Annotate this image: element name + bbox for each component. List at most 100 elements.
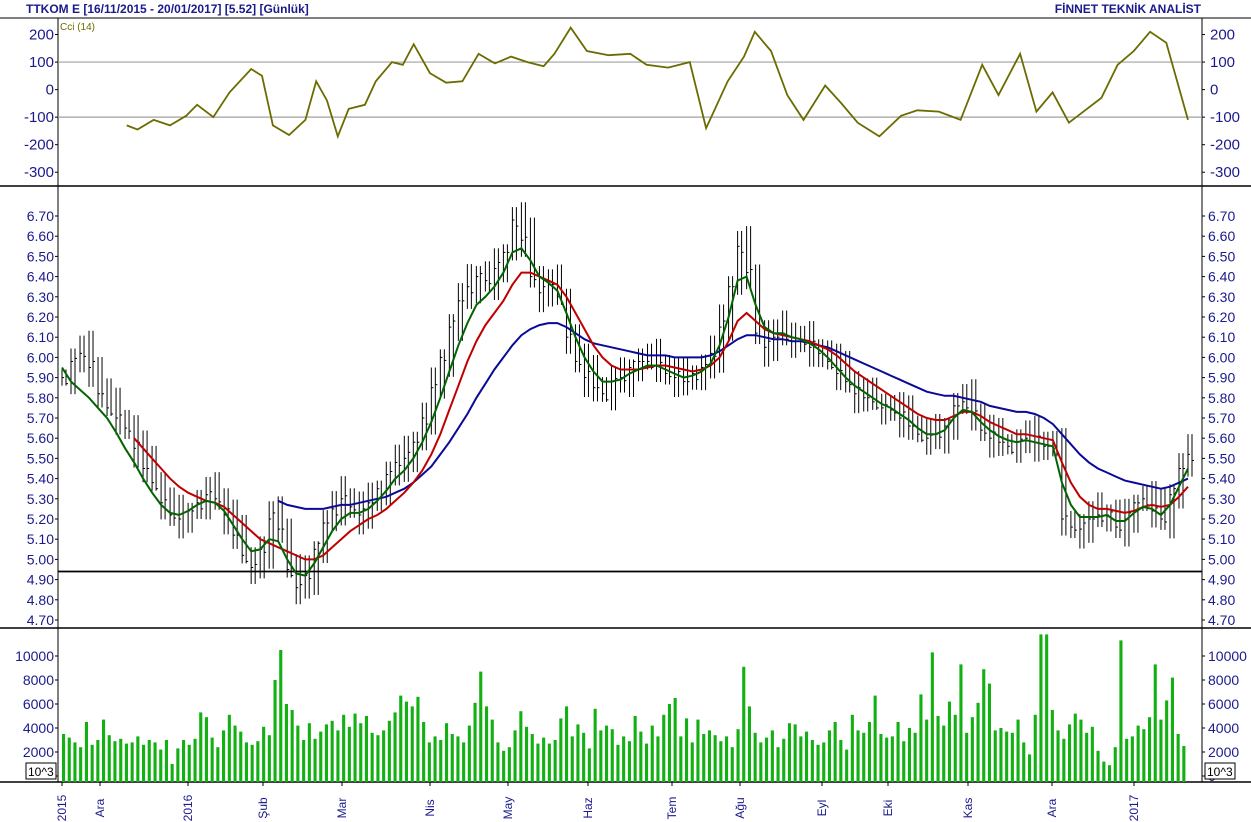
volume-tick-label-left: 8000 <box>23 672 54 688</box>
volume-bar <box>656 736 660 782</box>
cci-tick-label-left: 100 <box>29 54 54 71</box>
volume-bar <box>1130 736 1134 782</box>
volume-bar <box>433 736 437 782</box>
volume-bar <box>999 728 1003 782</box>
volume-bar <box>1108 765 1112 782</box>
volume-bar <box>816 744 820 782</box>
volume-bar <box>393 712 397 782</box>
price-tick-label-right: 5.10 <box>1208 531 1235 547</box>
volume-bar <box>485 706 489 782</box>
price-tick-label-right: 4.70 <box>1208 612 1235 628</box>
volume-tick-label-right: 10000 <box>1208 648 1247 664</box>
price-bars <box>61 202 1194 605</box>
volume-bar <box>467 725 471 782</box>
volume-bar <box>147 740 151 782</box>
volume-bar <box>736 729 740 782</box>
volume-bar <box>742 666 746 782</box>
volume-bar <box>610 729 614 782</box>
volume-bar <box>925 719 929 782</box>
x-axis-label: Ağu <box>733 797 747 818</box>
volume-bar <box>793 724 797 782</box>
volume-bar <box>856 730 860 782</box>
volume-bar <box>204 717 208 782</box>
volume-bar <box>296 725 300 782</box>
volume-bar <box>845 749 849 782</box>
volume-bar <box>387 720 391 782</box>
volume-bar <box>347 726 351 782</box>
price-tick-label-left: 5.10 <box>27 531 54 547</box>
volume-tick-label-left: 10000 <box>15 648 54 664</box>
cci-tick-label-left: -300 <box>24 164 54 181</box>
price-tick-label-right: 5.30 <box>1208 491 1235 507</box>
volume-bar <box>679 736 683 782</box>
volume-bar <box>1033 714 1037 782</box>
volume-bar <box>222 730 226 782</box>
volume-bar <box>399 695 403 782</box>
volume-unit-label-right: 10^3 <box>1207 765 1233 779</box>
volume-bar <box>1073 713 1077 782</box>
price-tick-label-right: 4.80 <box>1208 592 1235 608</box>
volume-bar <box>84 722 88 782</box>
volume-bar <box>456 736 460 782</box>
volume-bar <box>919 694 923 782</box>
volume-bar <box>639 731 643 782</box>
volume-bar <box>650 725 654 782</box>
chart-canvas[interactable]: 200 200100 1000 0-100 -100-200 -200-300 -300Cc… <box>0 0 1251 822</box>
price-tick-label-right: 6.60 <box>1208 228 1235 244</box>
x-axis-label: Eki <box>881 800 895 817</box>
price-tick-label-left: 5.50 <box>27 450 54 466</box>
volume-bar <box>1016 719 1020 782</box>
x-axis-label: Nis <box>423 799 437 816</box>
volume-bar <box>519 711 523 782</box>
volume-bar <box>1165 700 1169 782</box>
volume-bar <box>187 744 191 782</box>
volume-bar <box>313 738 317 782</box>
volume-bar <box>747 706 751 782</box>
price-tick-label-right: 6.50 <box>1208 248 1235 264</box>
volume-bar <box>867 722 871 782</box>
volume-bar <box>382 730 386 782</box>
price-tick-label-left: 6.30 <box>27 289 54 305</box>
volume-bar <box>885 737 889 782</box>
volume-bar <box>164 740 168 782</box>
x-axis-label: 2017 <box>1127 794 1141 821</box>
volume-bar <box>696 719 700 782</box>
cci-line <box>126 25 1189 140</box>
volume-bar <box>199 712 203 782</box>
price-tick-label-left: 5.90 <box>27 370 54 386</box>
volume-bar <box>993 730 997 782</box>
volume-bar <box>947 701 951 782</box>
volume-bars <box>62 634 1186 782</box>
volume-bar <box>707 730 711 782</box>
volume-bar <box>902 741 906 782</box>
volume-tick-label-left: 2000 <box>23 744 54 760</box>
cci-tick-label-right: 0 <box>1210 82 1218 99</box>
cci-tick-label-left: 200 <box>29 27 54 44</box>
x-axis-label: Eyl <box>815 800 829 817</box>
price-tick-label-left: 5.70 <box>27 410 54 426</box>
volume-bar <box>645 743 649 782</box>
volume-bar <box>193 738 197 782</box>
volume-bar <box>439 740 443 782</box>
volume-bar <box>570 736 574 782</box>
volume-bar <box>1119 640 1123 782</box>
volume-bar <box>1022 742 1026 782</box>
volume-bar <box>525 726 529 782</box>
volume-bar <box>702 734 706 782</box>
price-tick-label-right: 6.20 <box>1208 309 1235 325</box>
volume-bar <box>136 736 140 782</box>
volume-bar <box>662 714 666 782</box>
x-axis-label: Kas <box>961 798 975 819</box>
volume-bar <box>530 734 534 782</box>
volume-bar <box>690 742 694 782</box>
volume-bar <box>410 706 414 782</box>
volume-bar <box>153 742 157 782</box>
x-axis-label: May <box>501 797 515 820</box>
volume-bar <box>79 747 83 782</box>
volume-bar <box>976 702 980 782</box>
volume-bar <box>427 742 431 782</box>
cci-tick-label-left: -100 <box>24 109 54 126</box>
volume-unit-label-left: 10^3 <box>28 765 54 779</box>
volume-bar <box>73 742 77 782</box>
x-axis-label: 2015 <box>55 794 69 821</box>
